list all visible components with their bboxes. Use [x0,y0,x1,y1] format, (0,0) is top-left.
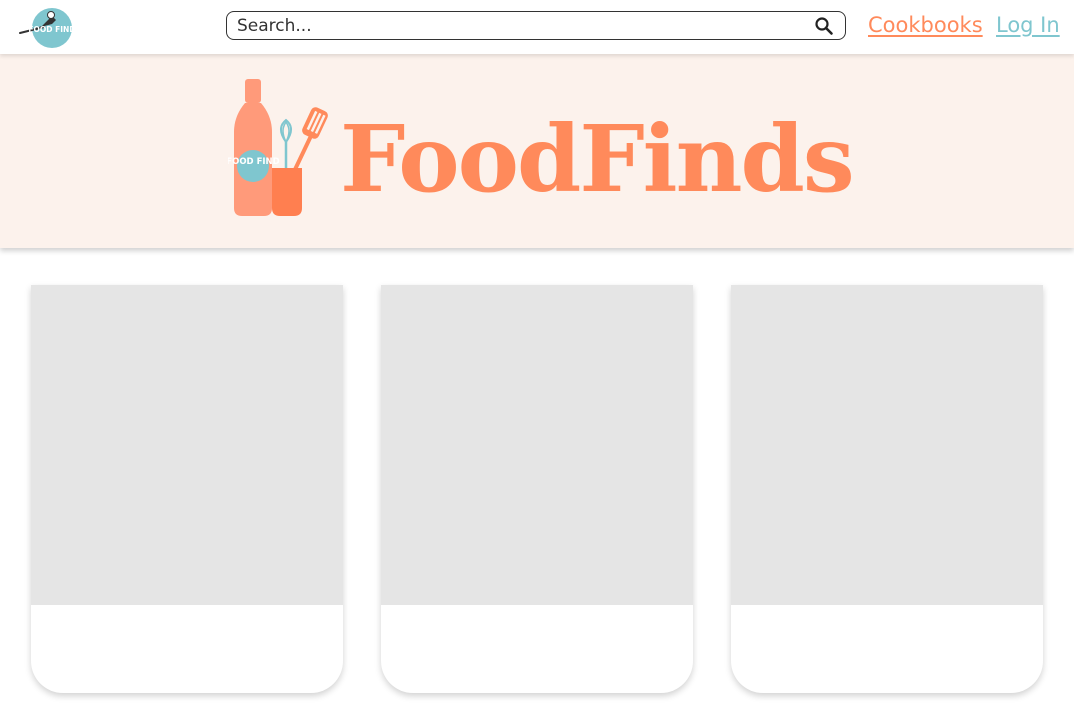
search-icon[interactable] [813,15,835,37]
card-image-placeholder [381,285,693,605]
card-body [381,605,693,693]
search-bar [226,11,846,40]
recipe-card[interactable] [731,285,1043,693]
card-body [31,605,343,693]
bottle-utensils-icon: FOOD FIND [228,79,328,216]
top-navbar: FOOD FIND Cookbooks Log In [0,0,1074,54]
cookbooks-link[interactable]: Cookbooks [868,11,983,39]
search-input[interactable] [227,12,813,39]
recipe-card[interactable] [381,285,693,693]
food-find-logo-icon[interactable]: FOOD FIND [18,6,76,50]
recipe-card[interactable] [31,285,343,693]
card-image-placeholder [31,285,343,605]
hero-banner: FOOD FIND FoodFinds [0,54,1074,248]
card-body [731,605,1043,693]
brand-title: FoodFinds [340,105,855,213]
card-image-placeholder [731,285,1043,605]
logo-text-food: FOOD FIND [28,25,75,34]
banner-logo-text: FOOD FIND [228,157,280,167]
login-link[interactable]: Log In [996,11,1060,39]
